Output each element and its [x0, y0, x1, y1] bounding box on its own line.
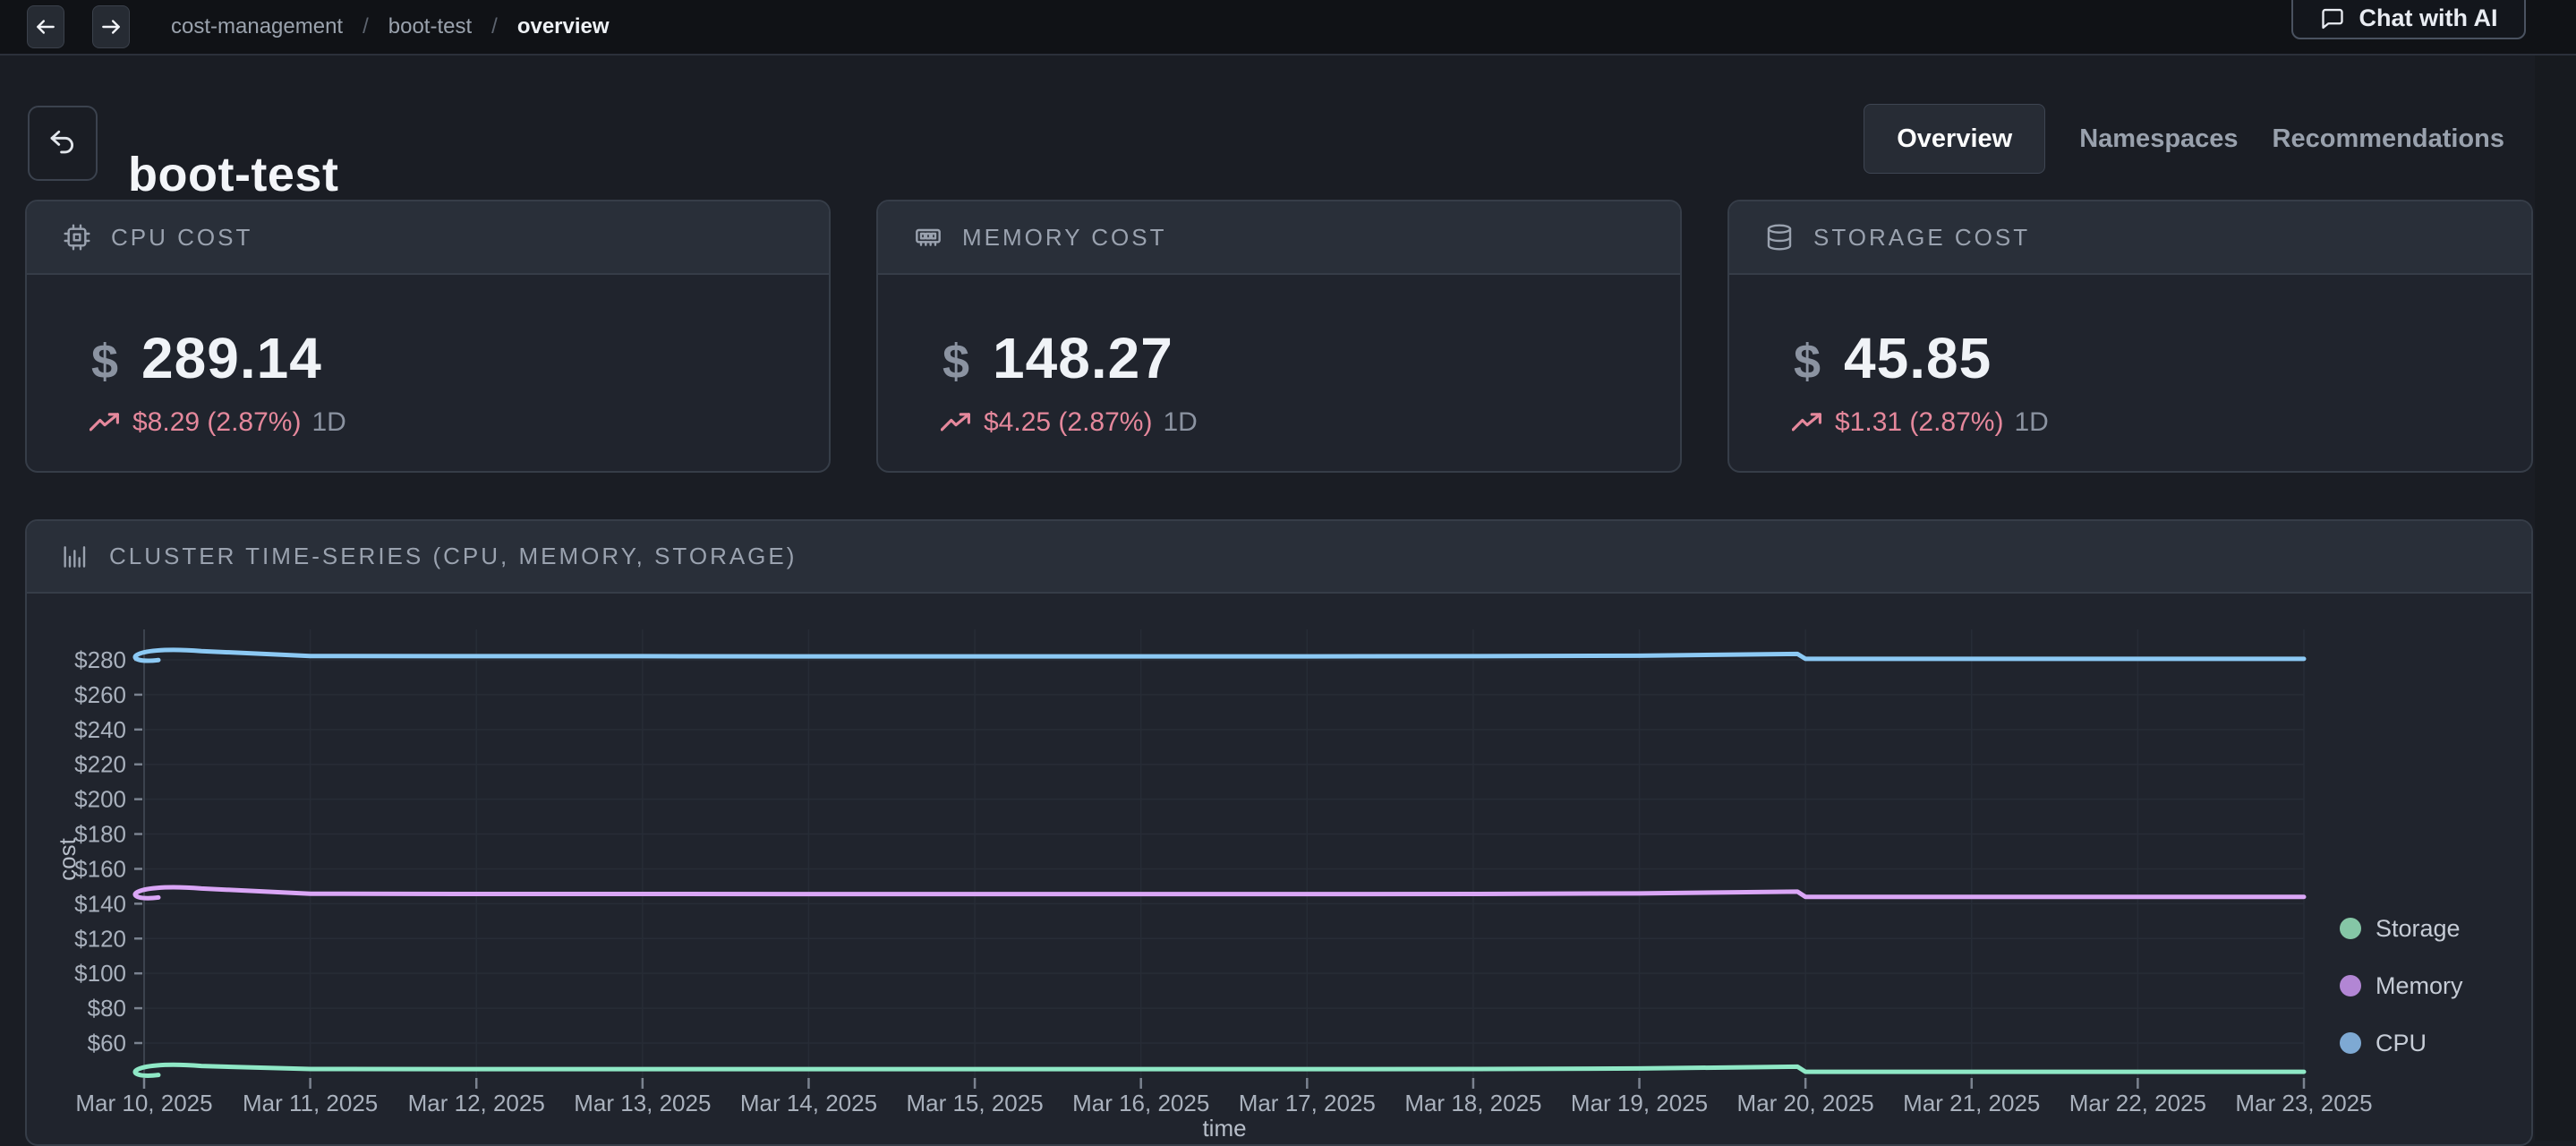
- storage-cost-value: 45.85: [1844, 325, 1992, 391]
- storage-cost-card: STORAGE COST $ 45.85 $1.31 (2.87%) 1D: [1727, 200, 2533, 473]
- svg-text:Storage: Storage: [2376, 915, 2461, 942]
- svg-text:Mar 18, 2025: Mar 18, 2025: [1404, 1090, 1541, 1116]
- chat-with-ai-button[interactable]: Chat with AI: [2291, 0, 2526, 39]
- memory-cost-value-row: $ 148.27: [943, 325, 1680, 391]
- svg-text:Mar 23, 2025: Mar 23, 2025: [2235, 1090, 2372, 1116]
- trending-up-icon: [1792, 412, 1822, 433]
- arrow-left-icon: [34, 15, 57, 38]
- memory-icon: [914, 223, 943, 252]
- storage-cost-card-header: STORAGE COST: [1729, 201, 2531, 275]
- chat-with-ai-label: Chat with AI: [2359, 4, 2498, 32]
- svg-text:$140: $140: [74, 890, 126, 917]
- top-navigation-bar: cost-management / boot-test / overview C…: [0, 0, 2576, 56]
- history-forward-button[interactable]: [92, 5, 130, 48]
- svg-text:$100: $100: [74, 960, 126, 987]
- chart-title: CLUSTER TIME-SERIES (CPU, MEMORY, STORAG…: [109, 543, 797, 570]
- storage-cost-delta-row: $1.31 (2.87%) 1D: [1792, 407, 2531, 438]
- svg-text:Mar 22, 2025: Mar 22, 2025: [2069, 1090, 2206, 1116]
- svg-text:Memory: Memory: [2376, 972, 2463, 999]
- cpu-cost-value-row: $ 289.14: [91, 325, 829, 391]
- back-button[interactable]: [28, 106, 98, 181]
- cpu-cost-card: CPU COST $ 289.14 $8.29 (2.87%) 1D: [25, 200, 831, 473]
- chart-card-header: CLUSTER TIME-SERIES (CPU, MEMORY, STORAG…: [27, 521, 2531, 594]
- delta-period: 1D: [311, 407, 345, 438]
- cluster-time-series-card: CLUSTER TIME-SERIES (CPU, MEMORY, STORAG…: [25, 519, 2533, 1146]
- undo-arrow-icon: [47, 128, 78, 158]
- delta-period: 1D: [2014, 407, 2048, 438]
- svg-text:CPU: CPU: [2376, 1030, 2427, 1056]
- svg-text:$240: $240: [74, 716, 126, 743]
- svg-text:Mar 11, 2025: Mar 11, 2025: [243, 1090, 378, 1116]
- svg-text:$260: $260: [74, 681, 126, 708]
- cpu-cost-delta: $8.29 (2.87%): [132, 407, 301, 438]
- svg-text:Mar 20, 2025: Mar 20, 2025: [1737, 1090, 1874, 1116]
- history-back-button[interactable]: [27, 5, 64, 48]
- svg-text:$80: $80: [88, 995, 126, 1022]
- svg-text:$280: $280: [74, 646, 126, 673]
- svg-text:Mar 19, 2025: Mar 19, 2025: [1571, 1090, 1708, 1116]
- breadcrumb-separator: /: [363, 14, 369, 39]
- tab-namespaces[interactable]: Namespaces: [2079, 124, 2238, 154]
- cpu-cost-card-header: CPU COST: [27, 201, 829, 275]
- time-series-chart[interactable]: $280 $260 $240 $220 $200 $180 $160 $140 $120 $100…: [27, 594, 2531, 1142]
- storage-cost-delta: $1.31 (2.87%): [1835, 407, 2003, 438]
- storage-cost-value-row: $ 45.85: [1794, 325, 2531, 391]
- currency-symbol: $: [943, 334, 969, 389]
- svg-text:Mar 10, 2025: Mar 10, 2025: [75, 1090, 212, 1116]
- svg-text:$120: $120: [74, 925, 126, 952]
- page-title: boot-test: [128, 147, 338, 202]
- breadcrumb-item-cost-management[interactable]: cost-management: [171, 14, 343, 39]
- breadcrumb-item-boot-test[interactable]: boot-test: [388, 14, 472, 39]
- tab-overview[interactable]: Overview: [1864, 104, 2045, 174]
- currency-symbol: $: [1794, 334, 1821, 389]
- bar-chart-icon: [61, 543, 90, 571]
- svg-text:$160: $160: [74, 855, 126, 882]
- svg-text:$200: $200: [74, 786, 126, 813]
- svg-text:$180: $180: [74, 821, 126, 848]
- svg-text:Mar 16, 2025: Mar 16, 2025: [1072, 1090, 1209, 1116]
- memory-cost-card-header: MEMORY COST: [878, 201, 1680, 275]
- svg-text:cost: cost: [54, 837, 81, 880]
- memory-cost-delta-row: $4.25 (2.87%) 1D: [941, 407, 1680, 438]
- delta-period: 1D: [1163, 407, 1197, 438]
- cpu-icon: [63, 223, 91, 252]
- chart-body: $280 $260 $240 $220 $200 $180 $160 $140 $120 $100…: [27, 594, 2531, 1142]
- cpu-cost-value: 289.14: [141, 325, 322, 391]
- svg-text:$60: $60: [88, 1030, 126, 1056]
- svg-text:Mar 17, 2025: Mar 17, 2025: [1239, 1090, 1376, 1116]
- svg-text:Mar 13, 2025: Mar 13, 2025: [574, 1090, 711, 1116]
- trending-up-icon: [941, 412, 971, 433]
- page-right-gutter: [2535, 56, 2576, 1141]
- memory-cost-label: MEMORY COST: [962, 224, 1167, 252]
- svg-text:time: time: [1202, 1115, 1246, 1142]
- memory-cost-delta: $4.25 (2.87%): [984, 407, 1152, 438]
- cpu-cost-label: CPU COST: [111, 224, 252, 252]
- tab-recommendations[interactable]: Recommendations: [2273, 124, 2504, 154]
- memory-cost-value: 148.27: [993, 325, 1173, 391]
- breadcrumb-separator: /: [491, 14, 498, 39]
- svg-text:Mar 12, 2025: Mar 12, 2025: [408, 1090, 545, 1116]
- chat-bubble-icon: [2320, 6, 2345, 31]
- currency-symbol: $: [91, 334, 118, 389]
- svg-text:$220: $220: [74, 751, 126, 778]
- svg-text:Mar 15, 2025: Mar 15, 2025: [906, 1090, 1043, 1116]
- memory-cost-card: MEMORY COST $ 148.27 $4.25 (2.87%) 1D: [876, 200, 1682, 473]
- svg-text:Mar 21, 2025: Mar 21, 2025: [1903, 1090, 2040, 1116]
- breadcrumb: cost-management / boot-test / overview: [171, 14, 610, 39]
- breadcrumb-item-overview: overview: [517, 14, 610, 39]
- tab-bar: Overview Namespaces Recommendations: [1864, 102, 2504, 175]
- cpu-cost-delta-row: $8.29 (2.87%) 1D: [90, 407, 829, 438]
- storage-cost-label: STORAGE COST: [1813, 224, 2030, 252]
- database-icon: [1765, 223, 1794, 252]
- trending-up-icon: [90, 412, 120, 433]
- svg-text:Mar 14, 2025: Mar 14, 2025: [740, 1090, 877, 1116]
- arrow-right-icon: [99, 15, 123, 38]
